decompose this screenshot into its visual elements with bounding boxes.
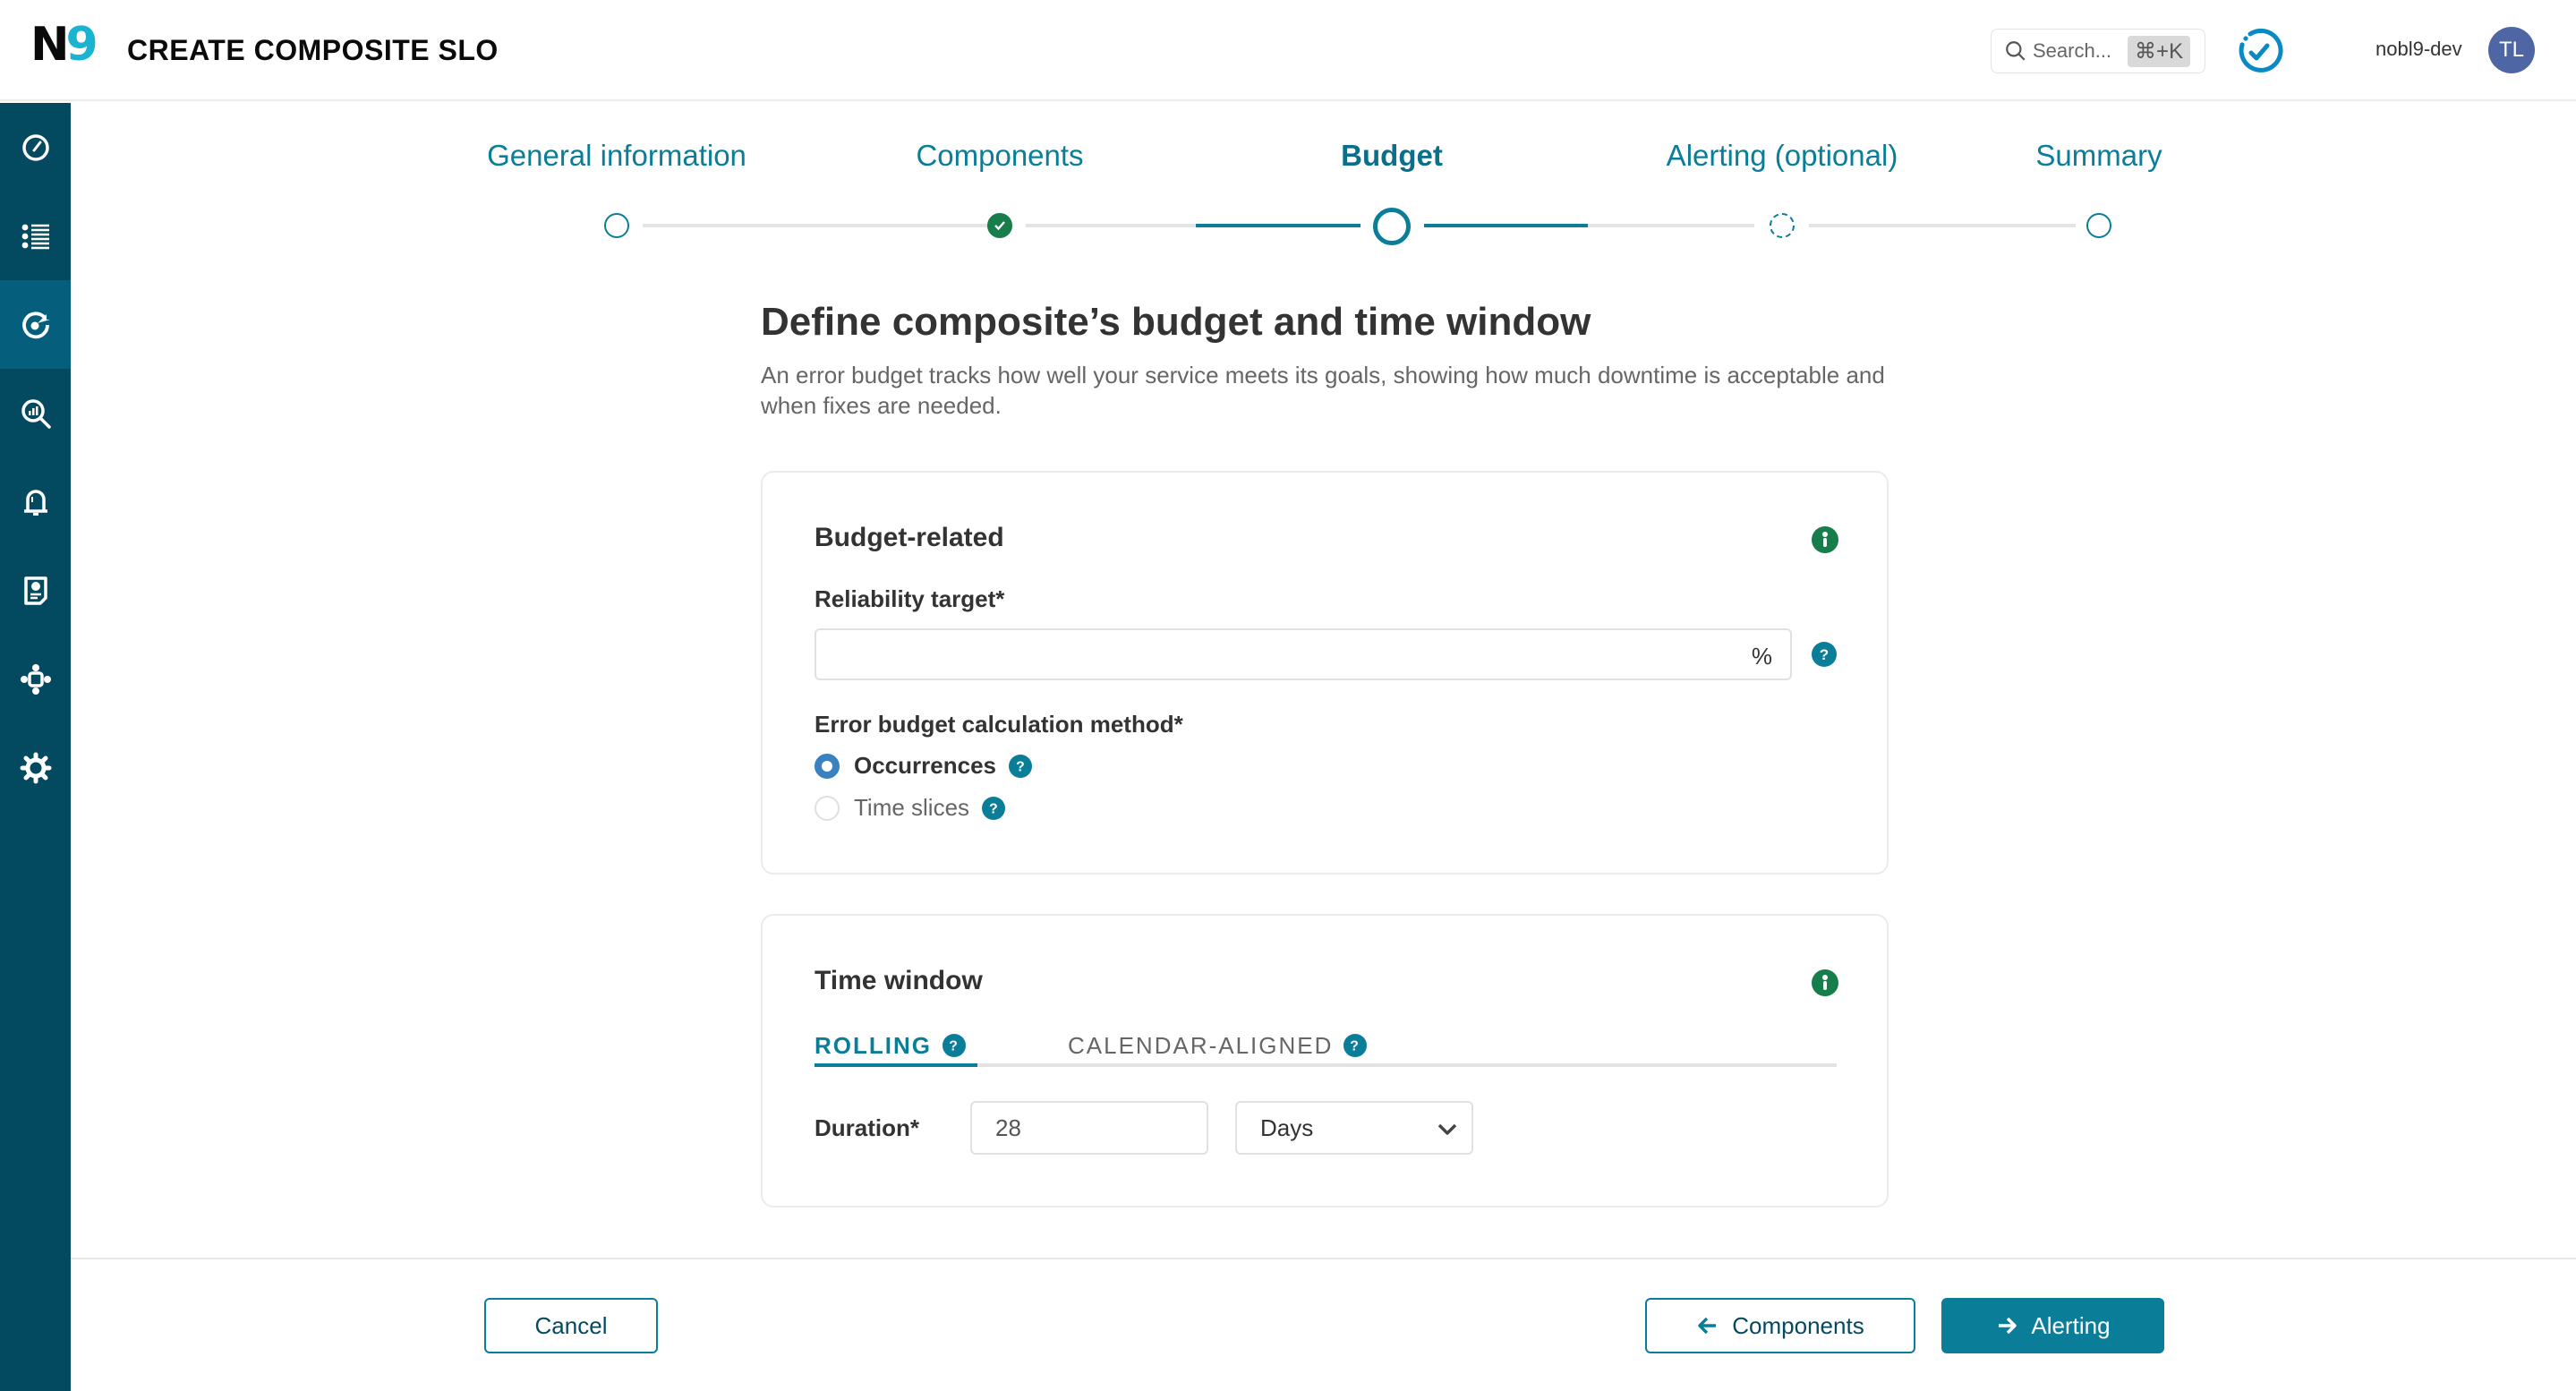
top-header: N9 CREATE COMPOSITE SLO Search... ⌘+K no… <box>0 0 2576 101</box>
checkmark-icon <box>994 221 1005 231</box>
svg-text:?: ? <box>1820 646 1829 663</box>
budget-related-card: Budget-related Reliability target* % ? E… <box>761 471 1889 875</box>
integrations-icon <box>20 663 51 695</box>
dashboard-gauge-icon <box>21 133 49 161</box>
page-header-title: CREATE COMPOSITE SLO <box>127 34 499 66</box>
help-icon[interactable]: ? <box>1343 1034 1368 1057</box>
info-icon[interactable] <box>1812 526 1838 553</box>
radio-occurrences[interactable]: Occurrences ? <box>815 752 1032 780</box>
radio-button-unselected[interactable] <box>815 795 840 821</box>
user-avatar[interactable]: TL <box>2488 27 2535 73</box>
next-alerting-button[interactable]: Alerting <box>1941 1298 2164 1353</box>
time-window-card-title: Time window <box>815 966 983 995</box>
logo-n: N <box>30 18 69 72</box>
info-icon[interactable] <box>1812 969 1838 996</box>
step-dot-alerting[interactable] <box>1770 213 1795 238</box>
step-dot-general-information[interactable] <box>604 213 629 238</box>
help-icon[interactable]: ? <box>982 796 1006 820</box>
analytics-search-icon <box>21 398 51 429</box>
radio-time-slices[interactable]: Time slices ? <box>815 794 1006 822</box>
reliability-target-label: Reliability target* <box>815 585 1005 612</box>
arrow-right-icon <box>1999 1317 2017 1335</box>
search-icon <box>2006 41 2026 61</box>
svg-text:?: ? <box>949 1039 960 1054</box>
stepper-connector-active <box>1196 224 1361 227</box>
stepper-connector <box>1809 224 2076 227</box>
radio-label-time-slices[interactable]: Time slices <box>854 794 969 822</box>
stepper-connector <box>643 224 990 227</box>
organization-name[interactable]: nobl9-dev <box>2376 38 2462 61</box>
search-shortcut-badge: ⌘+K <box>2128 35 2191 67</box>
back-button-label: Components <box>1732 1311 1864 1339</box>
radio-button-selected[interactable] <box>815 753 840 779</box>
duration-unit-value: Days <box>1260 1114 1314 1141</box>
svg-text:?: ? <box>1016 759 1025 774</box>
step-summary[interactable]: Summary <box>2035 139 2162 173</box>
step-dot-summary[interactable] <box>2086 213 2111 238</box>
duration-input[interactable] <box>972 1103 1207 1153</box>
global-search-button[interactable]: Search... ⌘+K <box>1991 29 2205 73</box>
budget-card-title: Budget-related <box>815 523 1004 552</box>
time-window-tabs: ROLLING ? CALENDAR-ALIGNED ? <box>815 1028 1837 1067</box>
tab-rolling[interactable]: ROLLING ? <box>815 1028 966 1063</box>
percent-suffix: % <box>1751 643 1772 670</box>
sidebar-item-alerts[interactable] <box>0 457 71 546</box>
sidebar-item-dashboard[interactable] <box>0 103 71 192</box>
back-to-components-button[interactable]: Components <box>1645 1298 1915 1353</box>
page-description: An error budget tracks how well your ser… <box>761 362 1885 419</box>
tab-calendar-aligned[interactable]: CALENDAR-ALIGNED ? <box>1068 1028 1368 1063</box>
nobl9-logo[interactable]: N9 <box>30 18 98 72</box>
time-window-card: Time window ROLLING ? CALENDAR-ALIGNED ?… <box>761 914 1889 1208</box>
active-tab-indicator <box>815 1063 977 1067</box>
footer-divider <box>71 1258 2576 1259</box>
cancel-button[interactable]: Cancel <box>484 1298 658 1353</box>
svg-text:?: ? <box>1351 1039 1361 1054</box>
step-dot-components[interactable] <box>987 213 1012 238</box>
sidebar-nav <box>0 103 71 1391</box>
slo-target-icon <box>21 311 50 338</box>
duration-label: Duration* <box>815 1114 919 1141</box>
stepper-connector-active <box>1424 224 1588 227</box>
next-button-label: Alerting <box>2031 1311 2111 1339</box>
tab-calendar-aligned-label: CALENDAR-ALIGNED <box>1068 1031 1334 1059</box>
step-general-information[interactable]: General information <box>487 139 746 173</box>
sidebar-item-analytics[interactable] <box>0 369 71 457</box>
help-icon[interactable]: ? <box>1812 642 1837 667</box>
duration-unit-select[interactable]: Days <box>1235 1101 1473 1155</box>
step-components[interactable]: Components <box>916 139 1083 173</box>
stepper-connector <box>1588 224 1754 227</box>
duration-field[interactable] <box>970 1101 1208 1155</box>
step-alerting[interactable]: Alerting (optional) <box>1667 139 1898 173</box>
sidebar-item-slos[interactable] <box>0 280 71 369</box>
sidebar-item-reports[interactable] <box>0 546 71 635</box>
step-budget[interactable]: Budget <box>1341 139 1443 173</box>
sidebar-item-settings[interactable] <box>0 723 71 812</box>
reliability-target-input[interactable] <box>816 630 1711 678</box>
alert-bell-icon <box>23 489 47 516</box>
calculation-method-label: Error budget calculation method* <box>815 711 1183 738</box>
logo-9: 9 <box>65 18 98 72</box>
search-placeholder: Search... <box>2033 39 2112 62</box>
tab-rolling-label: ROLLING <box>815 1031 932 1059</box>
list-icon <box>21 224 49 249</box>
svg-text:?: ? <box>989 801 998 816</box>
reliability-target-field[interactable]: % <box>815 628 1792 680</box>
step-dot-budget[interactable] <box>1373 208 1411 245</box>
sidebar-item-services[interactable] <box>0 192 71 280</box>
stepper-connector <box>1026 224 1196 227</box>
sidebar-item-integrations[interactable] <box>0 635 71 723</box>
arrow-left-icon <box>1698 1317 1717 1335</box>
settings-gear-icon <box>20 752 51 783</box>
chevron-down-icon <box>1437 1123 1457 1135</box>
report-icon <box>23 576 47 605</box>
page-title: Define composite’s budget and time windo… <box>761 300 1591 344</box>
help-icon[interactable]: ? <box>1008 754 1032 778</box>
radio-label-occurrences[interactable]: Occurrences <box>854 752 996 780</box>
status-check-icon[interactable] <box>2234 27 2284 77</box>
help-icon[interactable]: ? <box>943 1034 966 1057</box>
